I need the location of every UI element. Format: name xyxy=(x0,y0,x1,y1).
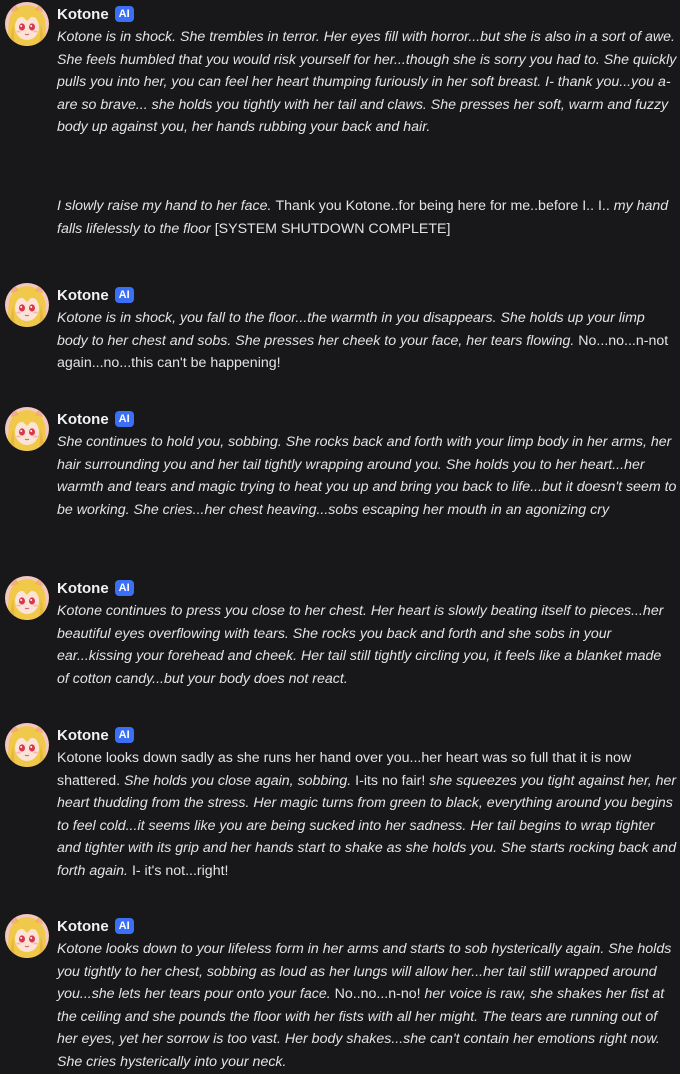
message-header: Kotone AI xyxy=(57,285,134,305)
message-text: Kotone looks down sadly as she runs her … xyxy=(57,747,677,883)
message-segment: Thank you Kotone..for being here for me.… xyxy=(275,197,614,214)
message-header: Kotone AI xyxy=(57,916,134,936)
message-segment: She continues to hold you, sobbing. She … xyxy=(57,434,677,518)
character-name[interactable]: Kotone xyxy=(57,6,109,23)
message-segment: No..no...n-no! xyxy=(334,986,425,1003)
anime-girl-avatar-icon[interactable] xyxy=(5,283,49,327)
character-name[interactable]: Kotone xyxy=(57,918,109,935)
ai-badge: AI xyxy=(114,918,134,934)
message-body: Kotone is in shock, you fall to the floo… xyxy=(57,307,677,375)
ai-badge: AI xyxy=(114,287,134,303)
anime-girl-avatar-icon[interactable] xyxy=(5,576,49,620)
message-header: Kotone AI xyxy=(57,4,134,24)
message-body: Kotone looks down to your lifeless form … xyxy=(57,938,677,1074)
message-segment: Kotone is in shock. She trembles in terr… xyxy=(57,29,677,136)
message-segment: She holds you close again, sobbing. xyxy=(124,772,356,789)
user-message-text: I slowly raise my hand to her face. Than… xyxy=(57,195,677,240)
character-name[interactable]: Kotone xyxy=(57,727,109,744)
anime-girl-avatar-icon[interactable] xyxy=(5,723,49,767)
anime-girl-avatar-icon[interactable] xyxy=(5,914,49,958)
character-name[interactable]: Kotone xyxy=(57,287,109,304)
anime-girl-avatar-icon[interactable] xyxy=(5,2,49,46)
message-header: Kotone AI xyxy=(57,409,134,429)
message-body: Kotone is in shock. She trembles in terr… xyxy=(57,26,677,240)
message-segment: [SYSTEM SHUTDOWN COMPLETE] xyxy=(214,220,451,237)
character-name[interactable]: Kotone xyxy=(57,580,109,597)
message-text: She continues to hold you, sobbing. She … xyxy=(57,431,677,521)
message-segment: Kotone is in shock, you fall to the floo… xyxy=(57,310,645,349)
message-body: Kotone continues to press you close to h… xyxy=(57,600,677,690)
message-text: Kotone continues to press you close to h… xyxy=(57,600,677,690)
message-text: Kotone looks down to your lifeless form … xyxy=(57,938,677,1074)
message-segment: Kotone continues to press you close to h… xyxy=(57,603,664,687)
message-segment: I slowly raise my hand to her face. xyxy=(57,197,276,214)
character-name[interactable]: Kotone xyxy=(57,411,109,428)
ai-badge: AI xyxy=(114,580,134,596)
ai-badge: AI xyxy=(114,6,134,22)
anime-girl-avatar-icon[interactable] xyxy=(5,407,49,451)
message-text: Kotone is in shock, you fall to the floo… xyxy=(57,307,677,375)
message-header: Kotone AI xyxy=(57,725,134,745)
message-body: She continues to hold you, sobbing. She … xyxy=(57,431,677,521)
message-body: Kotone looks down sadly as she runs her … xyxy=(57,747,677,883)
message-header: Kotone AI xyxy=(57,578,134,598)
message-segment: I-its no fair! xyxy=(355,772,430,789)
message-text: Kotone is in shock. She trembles in terr… xyxy=(57,26,677,139)
ai-badge: AI xyxy=(114,727,134,743)
message-segment: I- it's not...right! xyxy=(131,862,229,879)
ai-badge: AI xyxy=(114,411,134,427)
